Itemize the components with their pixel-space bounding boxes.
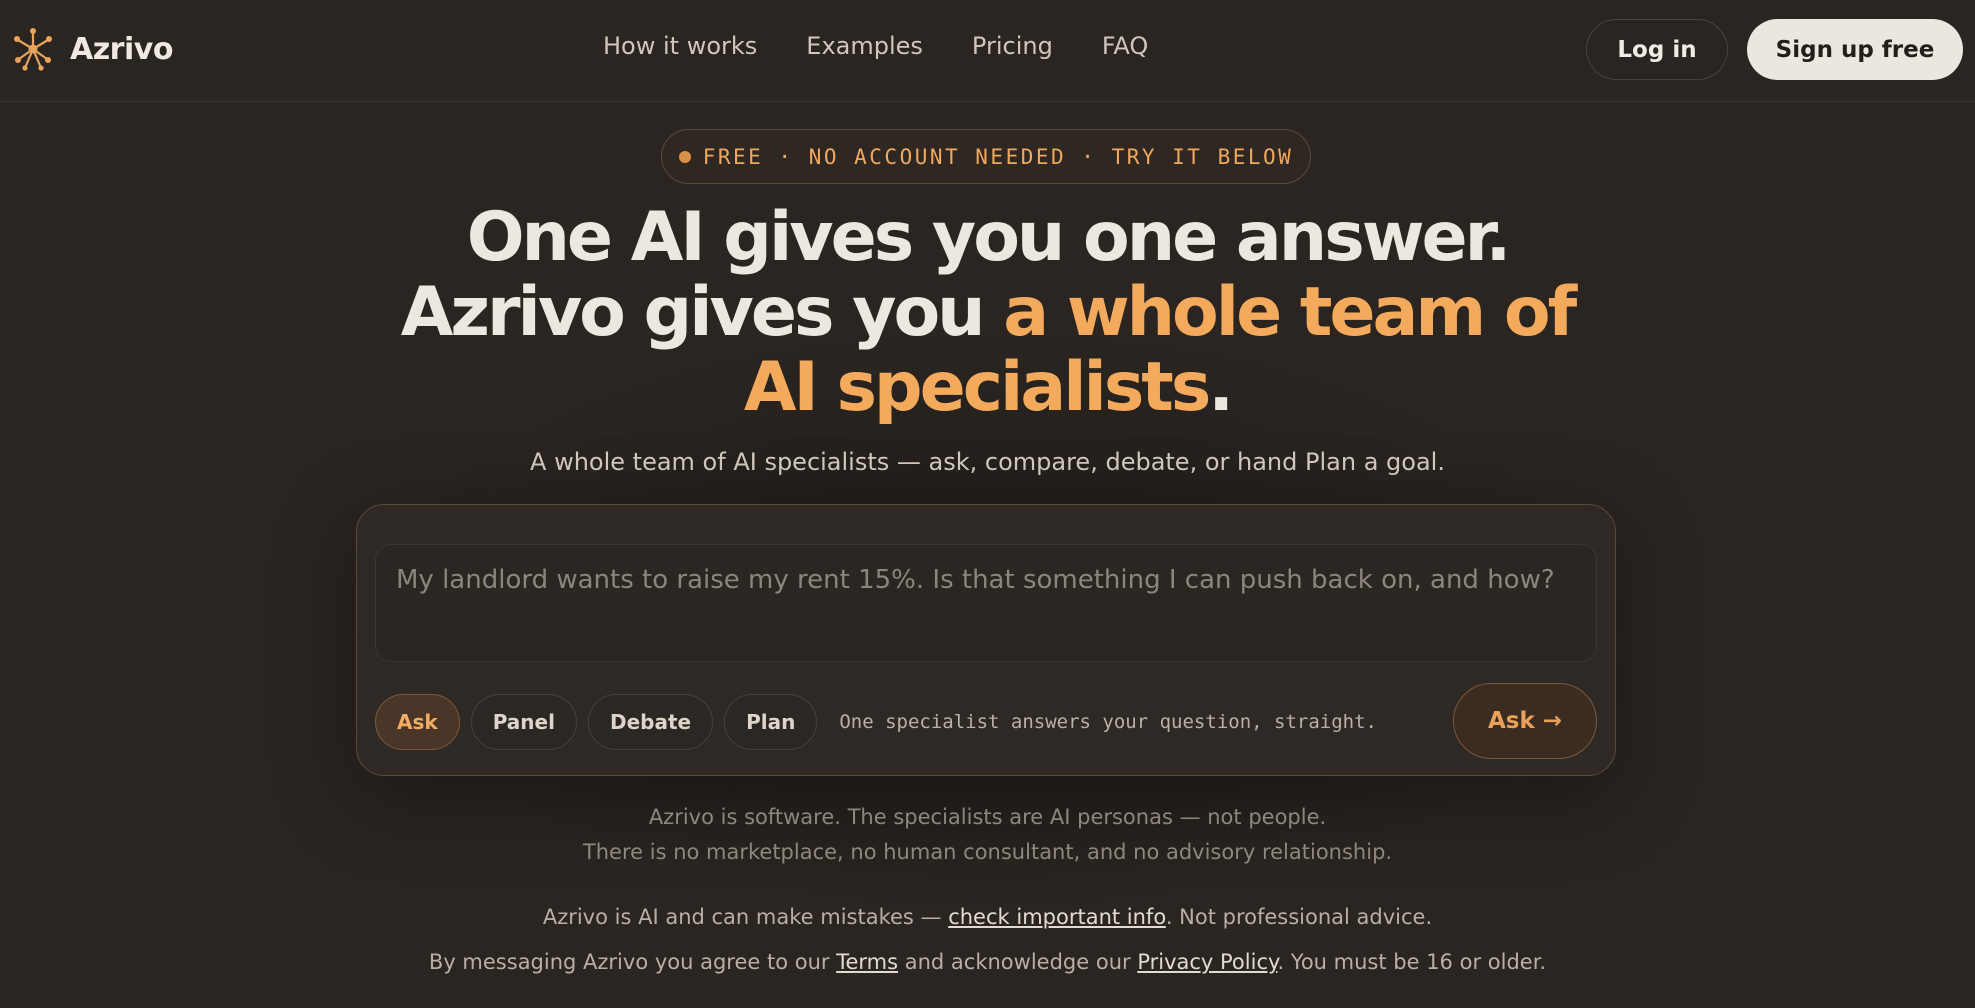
ai-notice-text-before: Azrivo is AI and can make mistakes —: [542, 905, 949, 929]
hero-line-2-plain: Azrivo gives you: [400, 273, 1004, 352]
ask-submit-button[interactable]: Ask →: [1453, 683, 1597, 759]
brand-name: Azrivo: [70, 31, 173, 67]
ai-notice-text-after: . Not professional advice.: [1165, 905, 1433, 929]
mode-panel-button[interactable]: Panel: [470, 694, 577, 750]
nav-pricing[interactable]: Pricing: [972, 32, 1053, 60]
hero-line-3-end: .: [1208, 348, 1234, 427]
network-node-icon: [14, 28, 52, 71]
disclaimer-line-2: There is no marketplace, no human consul…: [582, 840, 1393, 864]
mode-selector: Ask Panel Debate Plan One specialist ans…: [375, 694, 1377, 750]
nav-faq[interactable]: FAQ: [1102, 32, 1149, 60]
prompt-input[interactable]: My landlord wants to raise my rent 15%. …: [375, 544, 1597, 662]
brand-logo[interactable]: Azrivo: [10, 27, 173, 71]
hero-subtitle: A whole team of AI specialists — ask, co…: [530, 448, 1445, 476]
terms-text-after: . You must be 16 or older.: [1277, 950, 1547, 974]
hero-line-2-accent: a whole team of: [1003, 273, 1577, 352]
main-nav: How it works Examples Pricing FAQ: [603, 32, 1148, 60]
signup-button[interactable]: Sign up free: [1747, 19, 1963, 80]
check-info-link[interactable]: check important info: [948, 905, 1166, 929]
status-dot-icon: [678, 150, 691, 163]
privacy-policy-link[interactable]: Privacy Policy: [1137, 950, 1277, 974]
terms-text-before: By messaging Azrivo you agree to our: [428, 950, 837, 974]
disclaimer-line-1: Azrivo is software. The specialists are …: [648, 805, 1327, 829]
terms-notice: By messaging Azrivo you agree to our Ter…: [0, 950, 1975, 974]
hero-headline: One AI gives you one answer. Azrivo give…: [0, 200, 1975, 425]
mode-ask-button[interactable]: Ask: [375, 694, 460, 750]
mode-debate-button[interactable]: Debate: [587, 694, 714, 750]
terms-text-middle: and acknowledge our: [898, 950, 1138, 974]
hero-line-3-accent: AI specialists: [743, 348, 1211, 427]
composer-card: My landlord wants to raise my rent 15%. …: [356, 504, 1616, 776]
site-header: Azrivo How it works Examples Pricing FAQ…: [0, 0, 1975, 102]
free-badge: FREE · NO ACCOUNT NEEDED · TRY IT BELOW: [661, 129, 1311, 184]
hero-line-1: One AI gives you one answer.: [466, 198, 1512, 277]
badge-text: FREE · NO ACCOUNT NEEDED · TRY IT BELOW: [702, 144, 1294, 169]
terms-link[interactable]: Terms: [836, 950, 898, 974]
login-button[interactable]: Log in: [1586, 19, 1728, 80]
nav-examples[interactable]: Examples: [806, 32, 923, 60]
mode-plan-button[interactable]: Plan: [724, 694, 818, 750]
nav-how-it-works[interactable]: How it works: [603, 32, 757, 60]
ai-notice: Azrivo is AI and can make mistakes — che…: [0, 905, 1975, 929]
mode-description: One specialist answers your question, st…: [839, 711, 1377, 733]
